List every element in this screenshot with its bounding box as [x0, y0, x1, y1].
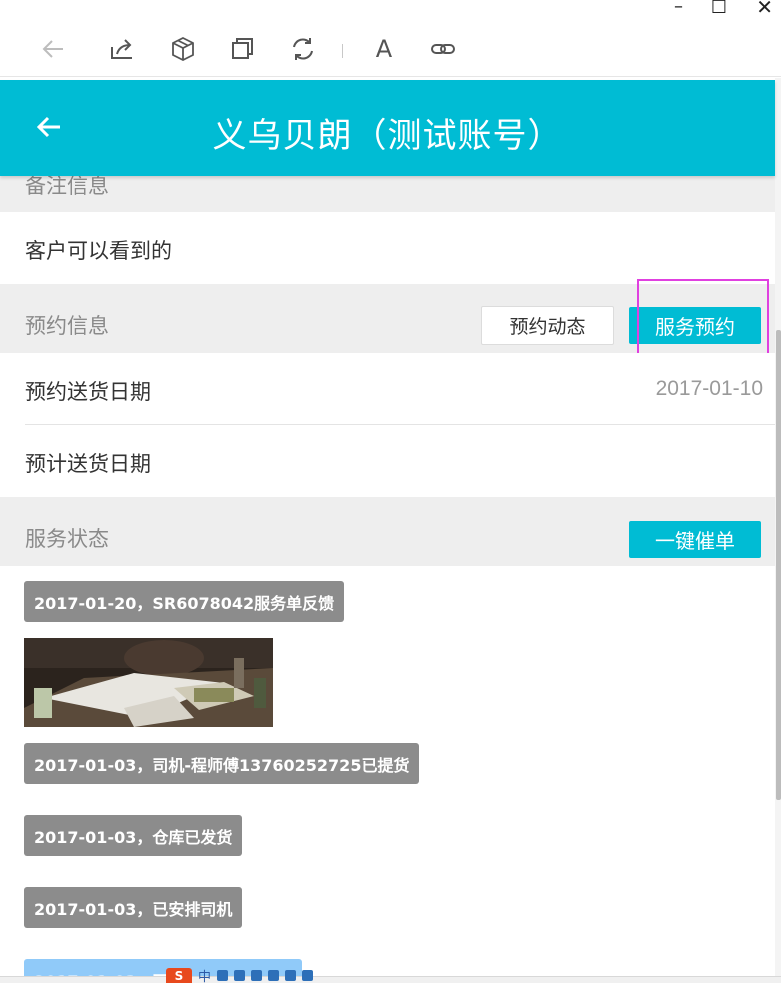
ime-mode-label[interactable]: 中	[198, 966, 211, 983]
bottom-scrollbar[interactable]	[0, 976, 781, 983]
maximize-button[interactable]: ☐	[711, 0, 727, 18]
urge-order-button[interactable]: 一键催单	[629, 521, 761, 558]
copy-icon[interactable]	[227, 34, 257, 64]
feedback-photo[interactable]	[24, 638, 273, 727]
window-controls: – ☐ ✕	[631, 0, 781, 19]
ime-shirt-icon[interactable]	[285, 970, 297, 981]
remarks-section-header: 备注信息	[0, 176, 775, 212]
estimated-delivery-label: 预计送货日期	[25, 452, 151, 476]
service-status-section-header: 服务状态 一键催单	[0, 497, 775, 566]
ime-logo-icon[interactable]: S	[166, 968, 192, 983]
status-event-chip: 2017-01-20，SR6078042服务单反馈	[24, 581, 345, 622]
app-header: 义乌贝朗（测试账号）	[0, 80, 775, 176]
ime-user-icon[interactable]	[268, 970, 280, 981]
link-icon[interactable]	[428, 34, 458, 64]
cube-icon[interactable]	[168, 34, 198, 64]
scrollbar-thumb[interactable]	[776, 330, 781, 800]
browser-toolbar: A	[0, 28, 781, 74]
status-event-chip: 2017-01-03，已安排司机	[24, 887, 243, 928]
back-arrow-icon[interactable]	[38, 34, 68, 64]
scheduled-delivery-value: 2017-01-10	[655, 377, 763, 400]
main-content: 备注信息 客户可以看到的 预约信息 预约动态 服务预约 预约送货日期 2017-…	[0, 176, 775, 983]
refresh-icon[interactable]	[288, 34, 318, 64]
remarks-section-label: 备注信息	[25, 176, 109, 198]
share-icon[interactable]	[107, 34, 137, 64]
remarks-row: 客户可以看到的	[0, 212, 775, 284]
status-event-chip: 2017-01-03，仓库已发货	[24, 815, 243, 856]
scheduled-delivery-row: 预约送货日期 2017-01-10	[0, 353, 775, 425]
font-icon[interactable]: A	[369, 34, 399, 64]
estimated-delivery-row: 预计送货日期	[0, 425, 775, 497]
toolbar-separator	[342, 44, 343, 58]
remarks-text: 客户可以看到的	[25, 239, 172, 263]
highlight-box	[637, 279, 769, 357]
ime-moon-icon[interactable]	[217, 970, 229, 981]
appointment-section-label: 预约信息	[25, 314, 109, 338]
minimize-button[interactable]: –	[674, 0, 683, 17]
page-title: 义乌贝朗（测试账号）	[212, 116, 563, 156]
ime-punctuation-icon[interactable]	[234, 970, 246, 981]
close-button[interactable]: ✕	[756, 0, 773, 19]
font-icon-label: A	[375, 35, 393, 63]
ime-wrench-icon[interactable]	[302, 970, 314, 981]
toolbar-divider	[0, 76, 781, 77]
ime-toolbar: S 中	[166, 966, 314, 983]
appointment-dynamics-button[interactable]: 预约动态	[481, 306, 614, 345]
status-event-chip: 2017-01-03，司机-程师傅13760252725已提货	[24, 743, 420, 784]
ime-keyboard-icon[interactable]	[251, 970, 263, 981]
service-status-section-label: 服务状态	[25, 527, 109, 551]
scheduled-delivery-label: 预约送货日期	[25, 380, 151, 404]
